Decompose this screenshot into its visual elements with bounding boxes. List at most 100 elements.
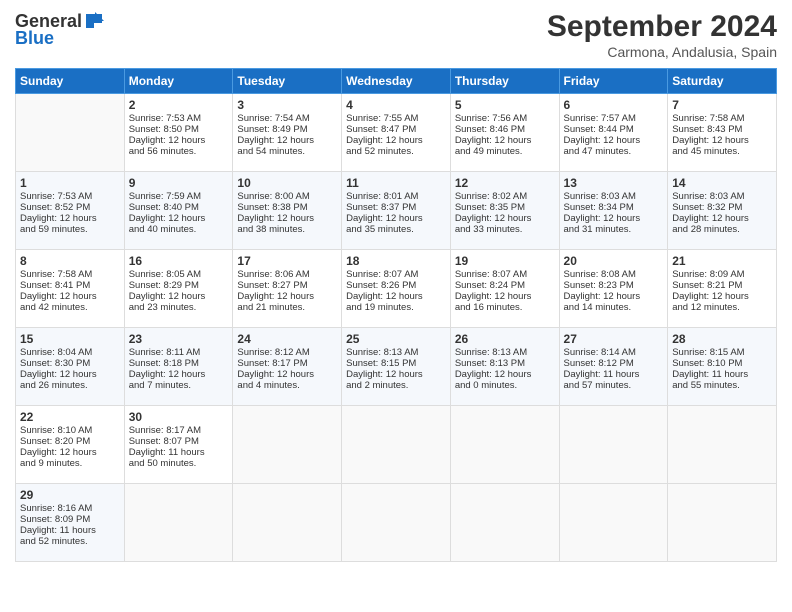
calendar-cell: 27Sunrise: 8:14 AMSunset: 8:12 PMDayligh… [559, 328, 668, 406]
day-info-line: Sunrise: 8:03 AM [672, 191, 772, 202]
day-info-line: Sunset: 8:37 PM [346, 202, 446, 213]
calendar-cell: 16Sunrise: 8:05 AMSunset: 8:29 PMDayligh… [124, 250, 233, 328]
calendar-cell [559, 406, 668, 484]
calendar-cell [233, 406, 342, 484]
calendar-cell: 9Sunrise: 7:59 AMSunset: 8:40 PMDaylight… [124, 172, 233, 250]
day-info-line: and 31 minutes. [564, 224, 664, 235]
day-info-line: Daylight: 12 hours [237, 213, 337, 224]
day-info-line: Sunrise: 8:00 AM [237, 191, 337, 202]
calendar-cell: 18Sunrise: 8:07 AMSunset: 8:26 PMDayligh… [342, 250, 451, 328]
day-info-line: Daylight: 12 hours [129, 135, 229, 146]
day-info-line: Daylight: 12 hours [672, 291, 772, 302]
calendar-cell: 28Sunrise: 8:15 AMSunset: 8:10 PMDayligh… [668, 328, 777, 406]
day-info-line: and 33 minutes. [455, 224, 555, 235]
day-info-line: Sunrise: 7:55 AM [346, 113, 446, 124]
day-info-line: Sunset: 8:50 PM [129, 124, 229, 135]
calendar-cell [668, 484, 777, 562]
day-info-line: Sunrise: 8:11 AM [129, 347, 229, 358]
calendar-cell: 19Sunrise: 8:07 AMSunset: 8:24 PMDayligh… [450, 250, 559, 328]
calendar-cell [668, 406, 777, 484]
day-number: 22 [20, 410, 120, 424]
day-info-line: Daylight: 12 hours [346, 369, 446, 380]
day-info-line: Daylight: 12 hours [672, 135, 772, 146]
calendar-cell: 26Sunrise: 8:13 AMSunset: 8:13 PMDayligh… [450, 328, 559, 406]
day-number: 17 [237, 254, 337, 268]
day-info-line: Sunrise: 7:53 AM [129, 113, 229, 124]
calendar-cell: 22Sunrise: 8:10 AMSunset: 8:20 PMDayligh… [16, 406, 125, 484]
day-number: 23 [129, 332, 229, 346]
col-tuesday: Tuesday [233, 69, 342, 94]
day-info-line: Daylight: 12 hours [237, 291, 337, 302]
logo-flag-icon [84, 10, 106, 32]
calendar-week-row: 1Sunrise: 7:53 AMSunset: 8:52 PMDaylight… [16, 172, 777, 250]
day-number: 20 [564, 254, 664, 268]
day-info-line: and 21 minutes. [237, 302, 337, 313]
day-number: 18 [346, 254, 446, 268]
day-number: 5 [455, 98, 555, 112]
day-info-line: Sunset: 8:17 PM [237, 358, 337, 369]
col-monday: Monday [124, 69, 233, 94]
day-info-line: Sunset: 8:24 PM [455, 280, 555, 291]
calendar-cell: 30Sunrise: 8:17 AMSunset: 8:07 PMDayligh… [124, 406, 233, 484]
day-info-line: Sunrise: 8:08 AM [564, 269, 664, 280]
calendar-cell: 4Sunrise: 7:55 AMSunset: 8:47 PMDaylight… [342, 94, 451, 172]
day-number: 2 [129, 98, 229, 112]
day-info-line: Sunset: 8:10 PM [672, 358, 772, 369]
day-info-line: Daylight: 12 hours [455, 135, 555, 146]
day-info-line: Sunrise: 8:15 AM [672, 347, 772, 358]
day-info-line: Daylight: 11 hours [20, 525, 120, 536]
day-info-line: Daylight: 12 hours [672, 213, 772, 224]
day-info-line: Daylight: 12 hours [20, 291, 120, 302]
day-info-line: and 4 minutes. [237, 380, 337, 391]
calendar-week-row: 22Sunrise: 8:10 AMSunset: 8:20 PMDayligh… [16, 406, 777, 484]
calendar-header-row: Sunday Monday Tuesday Wednesday Thursday… [16, 69, 777, 94]
day-info-line: and 54 minutes. [237, 146, 337, 157]
calendar-cell: 5Sunrise: 7:56 AMSunset: 8:46 PMDaylight… [450, 94, 559, 172]
calendar-cell: 6Sunrise: 7:57 AMSunset: 8:44 PMDaylight… [559, 94, 668, 172]
day-info-line: Daylight: 12 hours [346, 291, 446, 302]
day-info-line: Sunrise: 8:17 AM [129, 425, 229, 436]
day-number: 4 [346, 98, 446, 112]
col-wednesday: Wednesday [342, 69, 451, 94]
day-info-line: Sunrise: 8:09 AM [672, 269, 772, 280]
day-info-line: and 52 minutes. [346, 146, 446, 157]
day-number: 19 [455, 254, 555, 268]
day-info-line: and 50 minutes. [129, 458, 229, 469]
calendar-cell: 12Sunrise: 8:02 AMSunset: 8:35 PMDayligh… [450, 172, 559, 250]
day-info-line: and 35 minutes. [346, 224, 446, 235]
day-info-line: Daylight: 12 hours [129, 369, 229, 380]
day-info-line: Sunset: 8:23 PM [564, 280, 664, 291]
day-info-line: Daylight: 11 hours [672, 369, 772, 380]
day-info-line: Sunrise: 8:04 AM [20, 347, 120, 358]
day-info-line: Sunrise: 8:10 AM [20, 425, 120, 436]
day-info-line: and 12 minutes. [672, 302, 772, 313]
day-info-line: Sunset: 8:40 PM [129, 202, 229, 213]
day-info-line: Sunset: 8:15 PM [346, 358, 446, 369]
day-info-line: Sunrise: 8:06 AM [237, 269, 337, 280]
day-info-line: Sunrise: 7:57 AM [564, 113, 664, 124]
page-container: General Blue September 2024 Carmona, And… [0, 0, 792, 572]
day-number: 11 [346, 176, 446, 190]
day-info-line: Daylight: 12 hours [455, 291, 555, 302]
day-number: 25 [346, 332, 446, 346]
day-info-line: Sunrise: 8:13 AM [346, 347, 446, 358]
day-info-line: Sunrise: 8:07 AM [455, 269, 555, 280]
day-number: 29 [20, 488, 120, 502]
location-title: Carmona, Andalusia, Spain [547, 44, 777, 60]
day-info-line: Daylight: 12 hours [237, 135, 337, 146]
calendar-cell [124, 484, 233, 562]
day-info-line: Daylight: 11 hours [564, 369, 664, 380]
col-saturday: Saturday [668, 69, 777, 94]
day-info-line: Sunset: 8:12 PM [564, 358, 664, 369]
day-info-line: Sunset: 8:52 PM [20, 202, 120, 213]
day-info-line: and 42 minutes. [20, 302, 120, 313]
day-info-line: and 47 minutes. [564, 146, 664, 157]
day-info-line: Sunset: 8:27 PM [237, 280, 337, 291]
day-info-line: Sunrise: 8:07 AM [346, 269, 446, 280]
day-number: 27 [564, 332, 664, 346]
title-block: September 2024 Carmona, Andalusia, Spain [547, 10, 777, 60]
day-number: 6 [564, 98, 664, 112]
day-info-line: Sunrise: 8:01 AM [346, 191, 446, 202]
calendar-cell: 24Sunrise: 8:12 AMSunset: 8:17 PMDayligh… [233, 328, 342, 406]
day-info-line: Sunset: 8:49 PM [237, 124, 337, 135]
